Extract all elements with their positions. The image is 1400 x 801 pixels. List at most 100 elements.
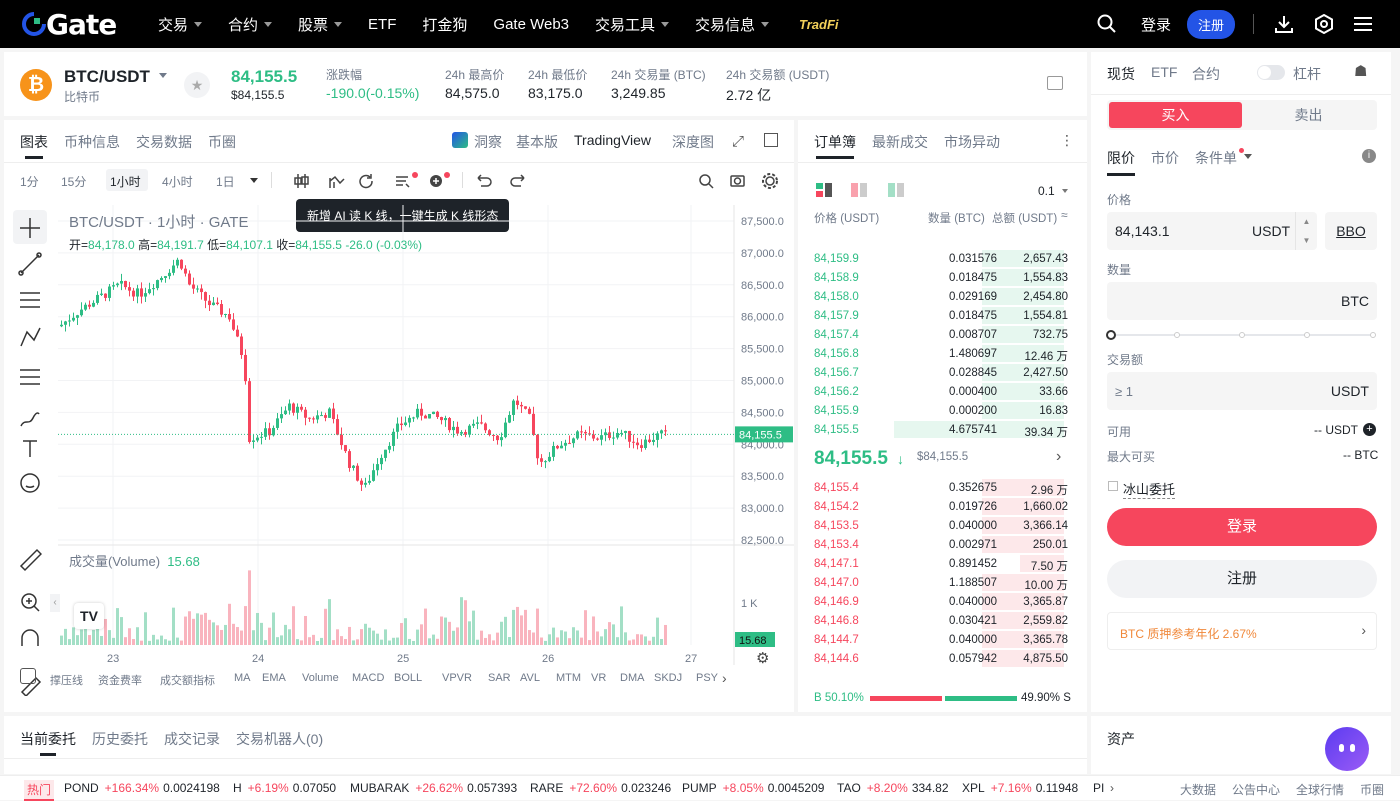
tab-contract[interactable]: 合约 xyxy=(1192,64,1220,84)
undo-redo-icons[interactable] xyxy=(472,172,532,190)
nav-register-button[interactable]: 注册 xyxy=(1186,9,1235,39)
indicator-8[interactable]: VPVR xyxy=(442,672,472,684)
indicator-12[interactable]: VR xyxy=(591,672,606,684)
precision-caret-icon[interactable] xyxy=(1062,189,1068,193)
indicator-15[interactable]: PSY xyxy=(696,672,718,684)
tab-spot[interactable]: 现货 xyxy=(1107,64,1135,84)
menu-icon[interactable] xyxy=(1354,16,1372,32)
footer-ticker-item[interactable]: TAO +8.20% 334.82 xyxy=(837,781,949,795)
candlestick-chart[interactable]: 87,500.0 87,000.0 86,500.0 86,000.0 85,500.0… xyxy=(58,205,794,683)
precision-select[interactable]: 0.1 xyxy=(1038,184,1055,198)
interval-1h[interactable]: 1小时 xyxy=(110,173,141,190)
interval-4h[interactable]: 4小时 xyxy=(162,173,193,190)
download-icon[interactable] xyxy=(1274,14,1294,34)
book-layout-icons[interactable] xyxy=(816,182,906,198)
price-stepper[interactable]: ▲ ▼ xyxy=(1295,212,1317,250)
view-insight[interactable]: 洞察 xyxy=(474,132,502,152)
indicator-next-icon[interactable]: › xyxy=(722,670,727,686)
tab-market-moves[interactable]: 市场异动 xyxy=(944,132,1000,152)
ask-row[interactable]: 84,156.8 1.480697 12.46 万 xyxy=(814,345,1084,364)
bid-row[interactable]: 84,153.4 0.002971 250.01 xyxy=(814,536,1084,555)
indicator-10[interactable]: AVL xyxy=(520,672,540,684)
ask-row[interactable]: 84,158.0 0.029169 2,454.80 xyxy=(814,288,1084,307)
bbo-button[interactable]: BBO xyxy=(1325,212,1377,250)
chart-settings-gear-icon[interactable]: ⚙ xyxy=(756,649,769,667)
price-input[interactable]: 84,143.1 USDT ▲ ▼ xyxy=(1107,212,1317,250)
view-tradingview[interactable]: TradingView xyxy=(574,132,651,148)
tab-trade-history[interactable]: 成交记录 xyxy=(164,729,220,749)
view-basic[interactable]: 基本版 xyxy=(516,132,558,152)
favorite-star-icon[interactable]: ★ xyxy=(184,72,210,98)
footer-ticker-item[interactable]: POND +166.34% 0.0024198 xyxy=(64,781,220,795)
nav-stocks[interactable]: 股票 xyxy=(298,14,343,35)
chat-assistant-icon[interactable] xyxy=(1325,727,1369,771)
conditional-caret-icon[interactable] xyxy=(1244,154,1252,159)
order-type-conditional[interactable]: 条件单 xyxy=(1195,148,1237,168)
indicator-5[interactable]: Volume xyxy=(302,672,339,684)
nav-info[interactable]: 交易信息 xyxy=(695,14,770,35)
ask-row[interactable]: 84,155.5 4.675741 39.34 万 xyxy=(814,421,1084,440)
buy-tab-button[interactable]: 买入 xyxy=(1109,102,1242,128)
pair-name[interactable]: BTC/USDT xyxy=(64,67,150,87)
tab-order-history[interactable]: 历史委托 xyxy=(92,729,148,749)
nav-etf[interactable]: ETF xyxy=(368,16,396,33)
ask-row[interactable]: 84,157.9 0.018475 1,554.81 xyxy=(814,307,1084,326)
order-type-limit[interactable]: 限价 xyxy=(1107,148,1135,168)
bid-row[interactable]: 84,144.6 0.057942 4,875.50 xyxy=(814,650,1084,669)
interval-15m[interactable]: 15分 xyxy=(61,173,86,190)
footer-ticker-item[interactable]: MUBARAK +26.62% 0.057393 xyxy=(350,781,517,795)
register-button[interactable]: 注册 xyxy=(1107,560,1377,598)
chart-tools-icons[interactable] xyxy=(294,172,454,190)
interval-1d[interactable]: 1日 xyxy=(216,173,235,190)
nav-golddog[interactable]: 打金狗 xyxy=(422,14,467,35)
robot-icon[interactable]: ☗ xyxy=(1354,62,1367,80)
view-depth[interactable]: 深度图 xyxy=(672,132,714,152)
search-icon[interactable] xyxy=(1097,14,1117,34)
window-icon[interactable] xyxy=(764,133,778,147)
footer-ticker-item[interactable]: PUMP +8.05% 0.0045209 xyxy=(682,781,824,795)
iceberg-checkbox[interactable] xyxy=(1108,481,1118,491)
interval-dropdown-icon[interactable] xyxy=(250,178,258,183)
settings-hex-icon[interactable] xyxy=(1314,14,1334,34)
search-camera-settings-icons[interactable] xyxy=(698,172,780,190)
indicator-6[interactable]: MACD xyxy=(352,672,384,684)
tab-orderbook[interactable]: 订单簿 xyxy=(814,132,856,152)
bid-row[interactable]: 84,146.8 0.030421 2,559.82 xyxy=(814,612,1084,631)
notes-icon[interactable] xyxy=(1047,76,1063,90)
book-mid-more-icon[interactable]: › xyxy=(1056,448,1061,466)
qty-input[interactable]: BTC xyxy=(1107,282,1377,320)
fullscreen-icon[interactable]: ⤢ xyxy=(732,133,744,150)
tab-coin-circle[interactable]: 币圈 xyxy=(208,132,236,152)
amount-input[interactable]: ≥ 1 USDT xyxy=(1107,372,1377,410)
info-icon[interactable]: i xyxy=(1362,149,1376,163)
tab-coin-info[interactable]: 币种信息 xyxy=(64,132,120,152)
tab-open-orders[interactable]: 当前委托 xyxy=(20,729,76,749)
indicator-3[interactable]: MA xyxy=(234,672,251,684)
ask-row[interactable]: 84,156.7 0.028845 2,427.50 xyxy=(814,364,1084,383)
indicator-4[interactable]: EMA xyxy=(262,672,286,684)
footer-circle-link[interactable]: 币圈 xyxy=(1360,781,1384,798)
footer-next-icon[interactable]: › xyxy=(1110,781,1114,795)
indicator-1[interactable]: 资金费率 xyxy=(98,672,142,688)
tab-trade-data[interactable]: 交易数据 xyxy=(136,132,192,152)
login-button[interactable]: 登录 xyxy=(1107,508,1377,546)
bid-row[interactable]: 84,154.2 0.019726 1,660.02 xyxy=(814,498,1084,517)
bid-row[interactable]: 84,146.9 0.040000 3,365.87 xyxy=(814,593,1084,612)
indicator-edit-icon[interactable] xyxy=(20,668,36,684)
nav-trade[interactable]: 交易 xyxy=(158,14,203,35)
indicator-13[interactable]: DMA xyxy=(620,672,644,684)
footer-ticker-item[interactable]: XPL +7.16% 0.11948 xyxy=(962,781,1078,795)
drawing-tools[interactable] xyxy=(18,216,42,696)
bid-row[interactable]: 84,147.0 1.188507 10.00 万 xyxy=(814,574,1084,593)
footer-ticker-item[interactable]: RARE +72.60% 0.023246 xyxy=(530,781,671,795)
sort-icon[interactable]: ≈ xyxy=(1061,208,1068,222)
nav-login-link[interactable]: 登录 xyxy=(1141,14,1171,35)
bid-row[interactable]: 84,155.4 0.352675 2.96 万 xyxy=(814,479,1084,498)
tradingview-logo-icon[interactable]: TV xyxy=(74,603,104,629)
pair-dropdown-icon[interactable] xyxy=(159,73,167,78)
indicator-11[interactable]: MTM xyxy=(556,672,581,684)
order-type-market[interactable]: 市价 xyxy=(1151,148,1179,168)
ask-row[interactable]: 84,158.9 0.018475 1,554.83 xyxy=(814,269,1084,288)
orderbook-more-icon[interactable]: ⋮ xyxy=(1060,132,1074,149)
footer-markets-link[interactable]: 全球行情 xyxy=(1296,781,1344,798)
